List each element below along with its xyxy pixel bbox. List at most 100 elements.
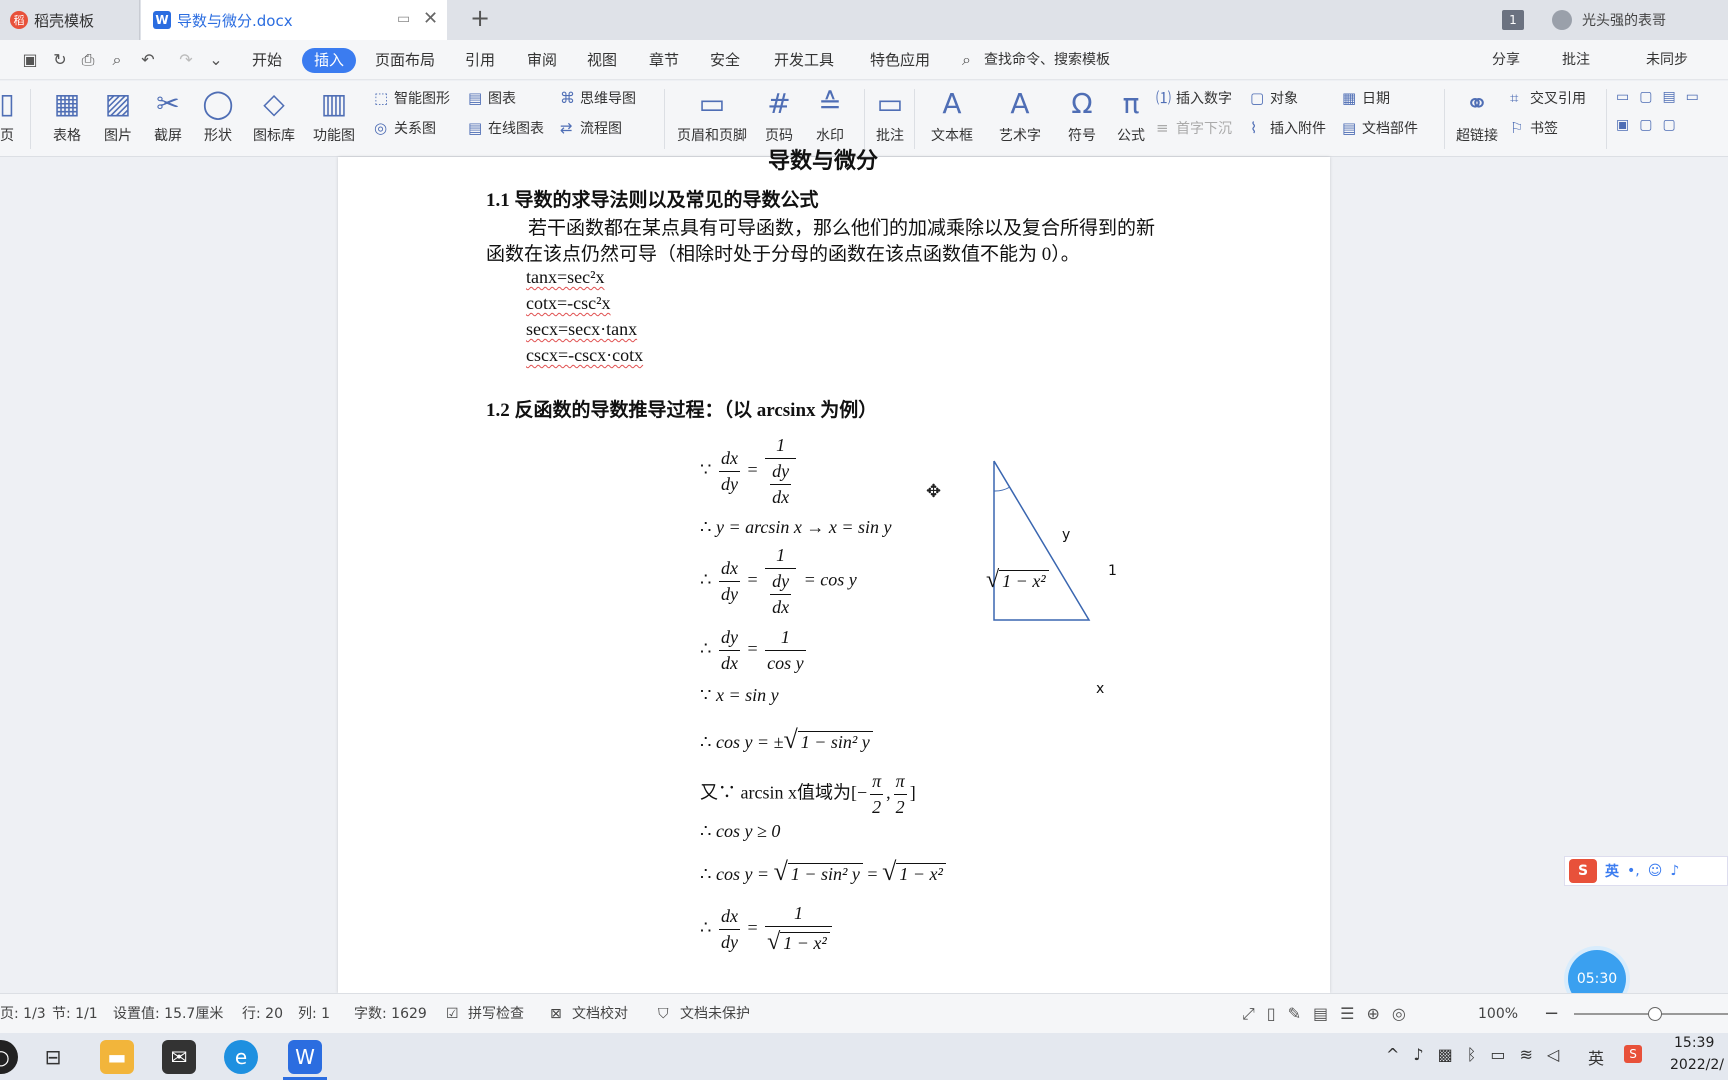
quick-access-dropdown-icon[interactable]: ⌄ [206, 50, 226, 70]
menu-developer[interactable]: 开发工具 [774, 40, 834, 80]
mindmap-button[interactable]: ⌘ 思维导图 [560, 87, 636, 109]
file-explorer-icon[interactable]: ▬ [100, 1040, 134, 1074]
status-col[interactable]: 列: 1 [298, 994, 330, 1034]
close-tab-icon[interactable]: ✕ [423, 8, 438, 29]
tab-label: 稻壳模板 [34, 11, 95, 30]
screen-icon[interactable]: ▭ [397, 11, 410, 27]
menu-review[interactable]: 审阅 [527, 40, 557, 80]
ime-mode[interactable]: 英 [1605, 861, 1619, 881]
equation-4: ∴ dy dx = 1 cos y [700, 627, 806, 673]
formula-cot: cotx=-csc²x [526, 293, 611, 313]
drop-cap-button[interactable]: ≡ 首字下沉 [1156, 117, 1232, 139]
status-page[interactable]: 页: 1/3 [0, 994, 46, 1034]
mic-icon[interactable]: ♪ [1670, 863, 1679, 879]
move-cursor-icon: ✥ [926, 481, 942, 501]
watermark-button[interactable]: ≙ 水印 [808, 85, 852, 145]
avatar[interactable] [1552, 10, 1572, 30]
symbol-button[interactable]: Ω 符号 [1060, 85, 1104, 145]
page-button[interactable]: ▯ 页 [0, 85, 20, 145]
spell-check-button[interactable]: 拼写检查 [468, 994, 524, 1034]
proofread-button[interactable]: 文档校对 [572, 994, 628, 1034]
menu-view[interactable]: 视图 [587, 40, 617, 80]
task-view-icon[interactable]: ⊟ [36, 1040, 70, 1074]
share-button[interactable]: 分享 [1492, 40, 1520, 80]
tray-ime-mode[interactable]: 英 [1588, 1045, 1604, 1069]
export-icon[interactable]: ↻ [50, 50, 70, 70]
start-search-icon[interactable]: ○ [0, 1040, 18, 1074]
flowchart-button[interactable]: ⇄ 流程图 [560, 117, 622, 139]
menu-special[interactable]: 特色应用 [870, 40, 930, 80]
new-tab-button[interactable]: + [470, 4, 490, 32]
shape-button[interactable]: ◯ 形状 [196, 85, 240, 145]
view-mode-icons[interactable]: ⤢▯✎▤☰⊕◎ [1242, 994, 1418, 1034]
zoom-level[interactable]: 100% [1478, 994, 1518, 1034]
print-preview-icon[interactable]: ⌕ [107, 50, 127, 70]
extra-tools-row2[interactable]: ▣▢▢ [1616, 117, 1686, 133]
sync-button[interactable]: 未同步 [1646, 40, 1688, 80]
status-wordcount[interactable]: 字数: 1629 [354, 994, 427, 1034]
tab-daoke-template[interactable]: 稻 稻壳模板 [0, 0, 140, 40]
chart-button[interactable]: ▤ 图表 [468, 87, 516, 109]
extra-tools-row1[interactable]: ▭▢▤▭ [1616, 89, 1709, 105]
attachment-button[interactable]: ⌇ 插入附件 [1250, 117, 1326, 139]
bookmark-button[interactable]: ⚐ 书签 [1510, 117, 1558, 139]
equation-3: ∴ dx dy = 1 dy dx = cos y [700, 545, 857, 617]
wps-taskbar-icon[interactable]: W [288, 1040, 322, 1074]
icon-library-button[interactable]: ◇ 图标库 [250, 85, 298, 145]
doc-title: 导数与微分 [768, 148, 879, 173]
hyperlink-button[interactable]: ⚭ 超链接 [1452, 85, 1502, 145]
menu-insert[interactable]: 插入 [302, 48, 357, 73]
window-count-badge[interactable]: 1 [1502, 10, 1524, 30]
mail-icon[interactable]: ✉ [162, 1040, 196, 1074]
page-number-button[interactable]: # 页码 [758, 85, 800, 145]
command-search[interactable]: 查找命令、搜索模板 [984, 40, 1110, 80]
clock-time[interactable]: 15:39 [1674, 1035, 1714, 1051]
search-icon: ⌕ [962, 50, 971, 69]
menu-home[interactable]: 开始 [252, 40, 282, 80]
zoom-slider-thumb[interactable] [1648, 1007, 1662, 1021]
table-button[interactable]: ▦ 表格 [44, 85, 90, 145]
menu-references[interactable]: 引用 [465, 40, 495, 80]
comment-button[interactable]: ▭ 批注 [872, 85, 908, 145]
doc-part-button[interactable]: ▤ 文档部件 [1342, 117, 1418, 139]
ime-toolbar[interactable]: S 英 •, ☺ ♪ [1564, 856, 1728, 886]
textbox-button[interactable]: A 文本框 [924, 85, 980, 145]
header-footer-button[interactable]: ▭ 页眉和页脚 [674, 85, 750, 145]
picture-button[interactable]: ▨ 图片 [96, 85, 140, 145]
punctuation-icon[interactable]: •, [1627, 863, 1640, 879]
emoji-icon[interactable]: ☺ [1648, 863, 1663, 879]
zoom-out-icon[interactable]: − [1544, 994, 1559, 1034]
menu-page-layout[interactable]: 页面布局 [375, 40, 435, 80]
screenshot-button[interactable]: ✂ 截屏 [146, 85, 190, 145]
sogou-tray-icon[interactable]: S [1624, 1045, 1642, 1063]
cross-reference-button[interactable]: ⌗ 交叉引用 [1510, 87, 1586, 109]
insert-number-button[interactable]: ⑴ 插入数字 [1156, 87, 1232, 109]
browser-icon[interactable]: e [224, 1040, 258, 1074]
protection-status[interactable]: 文档未保护 [680, 994, 750, 1034]
undo-icon[interactable]: ↶ [138, 50, 158, 70]
status-row[interactable]: 行: 20 [242, 994, 283, 1034]
user-name[interactable]: 光头强的表哥 [1582, 10, 1666, 30]
object-button[interactable]: ▢ 对象 [1250, 87, 1298, 109]
tab-document[interactable]: W 导数与微分.docx ▭ ✕ [141, 0, 447, 40]
date-button[interactable]: ▦ 日期 [1342, 87, 1390, 109]
print-icon[interactable]: ⎙ [78, 50, 98, 70]
save-icon[interactable]: ▣ [20, 50, 40, 70]
comment-menu-button[interactable]: 批注 [1562, 40, 1590, 80]
system-tray-icons[interactable]: ^♪▩ᛒ▭≋◁ [1386, 1045, 1573, 1064]
angle-arc [993, 486, 1011, 492]
formula-button[interactable]: π 公式 [1112, 85, 1150, 145]
status-section[interactable]: 节: 1/1 [52, 994, 98, 1034]
document-page[interactable]: 导数与微分 1.1 导数的求导法则以及常见的导数公式 若干函数都在某点具有可导函… [338, 148, 1330, 993]
function-chart-button[interactable]: ▥ 功能图 [306, 85, 362, 145]
clock-date[interactable]: 2022/2/ [1670, 1057, 1724, 1073]
menu-security[interactable]: 安全 [710, 40, 740, 80]
status-setting[interactable]: 设置值: 15.7厘米 [113, 994, 223, 1034]
redo-icon[interactable]: ↷ [176, 50, 196, 70]
menu-chapter[interactable]: 章节 [649, 40, 679, 80]
wordart-button[interactable]: A 艺术字 [992, 85, 1048, 145]
relation-chart-button[interactable]: ◎ 关系图 [374, 117, 436, 139]
flowchart-icon: ⇄ [560, 119, 573, 137]
online-chart-button[interactable]: ▤ 在线图表 [468, 117, 544, 139]
smart-shape-button[interactable]: ⬚ 智能图形 [374, 87, 450, 109]
